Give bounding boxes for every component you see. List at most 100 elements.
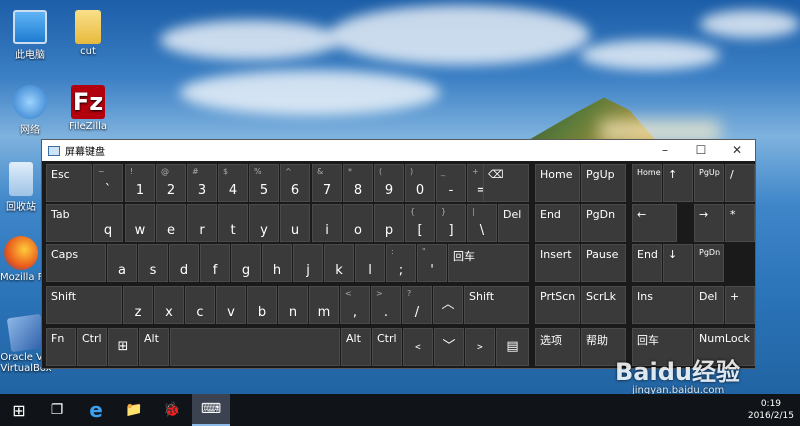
key-fn[interactable]: Fn bbox=[46, 328, 76, 366]
key-end[interactable]: End bbox=[535, 204, 580, 242]
key-tab[interactable]: Tab bbox=[46, 204, 92, 242]
osk-taskbar-icon[interactable]: ⌨ bbox=[192, 394, 230, 426]
key-n1[interactable]: ! 1 bbox=[125, 164, 155, 202]
key-b[interactable]: b bbox=[247, 286, 277, 324]
minimize-button[interactable]: – bbox=[647, 140, 683, 161]
key-enter[interactable]: 回车 bbox=[448, 244, 529, 282]
desktop-icon-this-pc[interactable]: 此电脑 bbox=[0, 10, 60, 61]
key-rbr[interactable]: }] bbox=[436, 204, 466, 242]
key-ralt[interactable]: Alt bbox=[341, 328, 371, 366]
key-quote[interactable]: " ' bbox=[417, 244, 447, 282]
key-f[interactable]: f bbox=[200, 244, 230, 282]
key-bksp[interactable]: ⌫ bbox=[483, 164, 529, 202]
key-n[interactable]: n bbox=[278, 286, 308, 324]
key-lbr[interactable]: {[ bbox=[405, 204, 435, 242]
key-rshift[interactable]: Shift bbox=[464, 286, 529, 324]
key-caps[interactable]: Caps bbox=[46, 244, 106, 282]
key-insert[interactable]: Insert bbox=[535, 244, 580, 282]
task-view-button[interactable]: ❐ bbox=[38, 394, 76, 426]
key-o[interactable]: o bbox=[343, 204, 373, 242]
key-esc[interactable]: Esc bbox=[46, 164, 92, 202]
desktop-icon-filezilla[interactable]: Fz FileZilla bbox=[58, 85, 118, 132]
close-button[interactable]: ✕ bbox=[719, 140, 755, 161]
key-np-up[interactable]: ↑ bbox=[663, 164, 693, 202]
key-shift[interactable]: Shift bbox=[46, 286, 122, 324]
key-n0[interactable]: ) 0 bbox=[405, 164, 435, 202]
key-q[interactable]: q bbox=[93, 204, 123, 242]
key-e[interactable]: e bbox=[156, 204, 186, 242]
key-minus[interactable]: _ - bbox=[436, 164, 466, 202]
maximize-button[interactable]: ☐ bbox=[683, 140, 719, 161]
start-button[interactable]: ⊞ bbox=[0, 394, 38, 426]
key-n2[interactable]: @2 bbox=[156, 164, 186, 202]
key-win[interactable]: ⊞ bbox=[108, 328, 138, 366]
key-np-pgdn[interactable]: PgDn bbox=[694, 244, 724, 282]
key-np-left[interactable]: ← bbox=[632, 204, 677, 242]
key-np-del[interactable]: Del bbox=[694, 286, 724, 324]
key-np-down[interactable]: ↓ bbox=[663, 244, 693, 282]
key-prtscn[interactable]: PrtScn bbox=[535, 286, 580, 324]
desktop-icon-cut[interactable]: cut bbox=[58, 10, 118, 57]
key-m[interactable]: m bbox=[309, 286, 339, 324]
key-g[interactable]: g bbox=[231, 244, 261, 282]
key-n8[interactable]: * 8 bbox=[343, 164, 373, 202]
key-c[interactable]: c bbox=[185, 286, 215, 324]
key-l[interactable]: l bbox=[355, 244, 385, 282]
system-clock[interactable]: 0:19 2016/2/15 bbox=[748, 394, 794, 426]
key-n5[interactable]: % 5 bbox=[249, 164, 279, 202]
key-i[interactable]: i bbox=[312, 204, 342, 242]
key-p[interactable]: p bbox=[374, 204, 404, 242]
key-pgdn[interactable]: PgDn bbox=[581, 204, 626, 242]
key-n7[interactable]: & 7 bbox=[312, 164, 342, 202]
key-n6[interactable]: ^ 6 bbox=[280, 164, 310, 202]
key-menu[interactable]: ▤ bbox=[496, 328, 529, 366]
key-r[interactable]: r bbox=[187, 204, 217, 242]
file-explorer-icon[interactable]: 📁 bbox=[116, 394, 152, 426]
key-left[interactable]: ﹤ bbox=[403, 328, 433, 366]
key-k[interactable]: k bbox=[324, 244, 354, 282]
key-d[interactable]: d bbox=[169, 244, 199, 282]
key-up[interactable]: ︿ bbox=[433, 286, 463, 324]
key-u[interactable]: u bbox=[280, 204, 310, 242]
key-dot[interactable]: >. bbox=[371, 286, 401, 324]
key-alt[interactable]: Alt bbox=[139, 328, 169, 366]
key-np-home[interactable]: Home bbox=[632, 164, 662, 202]
key-n3[interactable]: #3 bbox=[187, 164, 217, 202]
desktop-icon-recycle-bin[interactable]: 回收站 bbox=[0, 162, 42, 213]
key-np-mul[interactable]: * bbox=[725, 204, 755, 242]
key-rctrl[interactable]: Ctrl bbox=[372, 328, 402, 366]
key-t[interactable]: t bbox=[218, 204, 248, 242]
key-space[interactable] bbox=[170, 328, 340, 366]
key-n4[interactable]: $4 bbox=[218, 164, 248, 202]
key-z[interactable]: z bbox=[123, 286, 153, 324]
key-options[interactable]: 选项 bbox=[535, 328, 580, 366]
key-h[interactable]: h bbox=[262, 244, 292, 282]
key-a[interactable]: a bbox=[107, 244, 137, 282]
key-del[interactable]: Del bbox=[498, 204, 529, 242]
key-j[interactable]: j bbox=[293, 244, 323, 282]
key-scrlk[interactable]: ScrLk bbox=[581, 286, 626, 324]
app-icon[interactable]: 🐞 bbox=[154, 394, 190, 426]
key-down[interactable]: ﹀ bbox=[434, 328, 464, 366]
desktop-icon-firefox[interactable]: Mozilla Firefox bbox=[0, 236, 42, 283]
key-semi[interactable]: :; bbox=[386, 244, 416, 282]
key-ctrl[interactable]: Ctrl bbox=[77, 328, 107, 366]
key-x[interactable]: x bbox=[154, 286, 184, 324]
key-w[interactable]: w bbox=[125, 204, 155, 242]
key-np-div[interactable]: / bbox=[725, 164, 755, 202]
osk-titlebar[interactable]: 屏幕键盘 – ☐ ✕ bbox=[42, 140, 755, 161]
key-np-pgup[interactable]: PgUp bbox=[694, 164, 724, 202]
key-np-ins[interactable]: Ins bbox=[632, 286, 693, 324]
key-y[interactable]: y bbox=[249, 204, 279, 242]
key-v[interactable]: v bbox=[216, 286, 246, 324]
key-pgup[interactable]: PgUp bbox=[581, 164, 626, 202]
key-comma[interactable]: <, bbox=[340, 286, 370, 324]
internet-explorer-icon[interactable]: e bbox=[78, 394, 114, 426]
desktop-icon-network[interactable]: 网络 bbox=[0, 85, 60, 136]
key-backtick_m[interactable]: ~ ` bbox=[93, 164, 123, 202]
key-np-right[interactable]: → bbox=[694, 204, 724, 242]
key-slash[interactable]: ? / bbox=[402, 286, 432, 324]
key-right[interactable]: ﹥ bbox=[465, 328, 495, 366]
key-np-end[interactable]: End bbox=[632, 244, 662, 282]
key-home[interactable]: Home bbox=[535, 164, 580, 202]
